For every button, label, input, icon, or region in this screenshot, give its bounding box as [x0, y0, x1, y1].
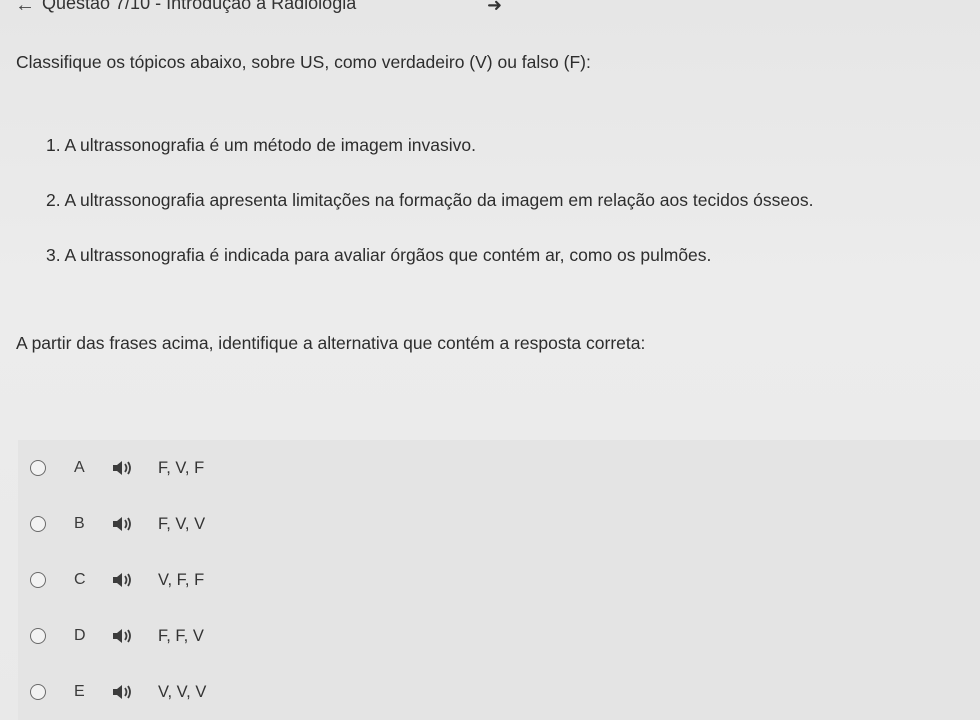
speaker-icon[interactable] [112, 628, 134, 644]
radio-unchecked-icon[interactable] [30, 628, 46, 644]
statement-item: 2. A ultrassonografia apresenta limitaçõ… [46, 190, 814, 210]
question-prompt: Classifique os tópicos abaixo, sobre US,… [16, 52, 591, 72]
statement-item: 3. A ultrassonografia é indicada para av… [46, 245, 712, 265]
option-c[interactable]: C V, F, F [18, 560, 978, 600]
option-letter: A [74, 459, 85, 476]
option-text: F, V, V [158, 514, 206, 533]
question-header: ← Questão 7/10 - Introdução à Radiologia… [0, 0, 980, 16]
option-text: F, V, F [158, 458, 205, 477]
option-letter: D [74, 627, 86, 644]
option-text: F, F, V [158, 626, 204, 645]
answer-options: A F, V, F B F, V, V C V, F, F D F, F, V … [18, 440, 980, 720]
radio-unchecked-icon[interactable] [30, 516, 46, 532]
speaker-icon[interactable] [112, 460, 134, 476]
arrow-left-icon[interactable]: ← [15, 0, 35, 15]
option-text: V, V, V [158, 682, 207, 701]
option-letter: C [74, 571, 86, 588]
radio-unchecked-icon[interactable] [30, 460, 46, 476]
statement-item: 1. A ultrassonografia é um método de ima… [46, 135, 476, 155]
radio-unchecked-icon[interactable] [30, 572, 46, 588]
speaker-icon[interactable] [112, 516, 134, 532]
radio-unchecked-icon[interactable] [30, 684, 46, 700]
question-title: Questão 7/10 - Introdução à Radiologia [42, 0, 357, 13]
arrow-right-icon[interactable]: ➜ [487, 0, 502, 16]
option-letter: B [74, 515, 85, 532]
speaker-icon[interactable] [112, 684, 134, 700]
question-instruction: A partir das frases acima, identifique a… [16, 333, 646, 353]
question-page: ← Questão 7/10 - Introdução à Radiologia… [0, 0, 980, 720]
option-e[interactable]: E V, V, V [18, 672, 978, 712]
statement-list: 1. A ultrassonografia é um método de ima… [46, 135, 814, 300]
option-a[interactable]: A F, V, F [18, 448, 978, 488]
option-text: V, F, F [158, 570, 205, 589]
option-d[interactable]: D F, F, V [18, 616, 978, 656]
speaker-icon[interactable] [112, 572, 134, 588]
option-b[interactable]: B F, V, V [18, 504, 978, 544]
option-letter: E [74, 683, 85, 700]
